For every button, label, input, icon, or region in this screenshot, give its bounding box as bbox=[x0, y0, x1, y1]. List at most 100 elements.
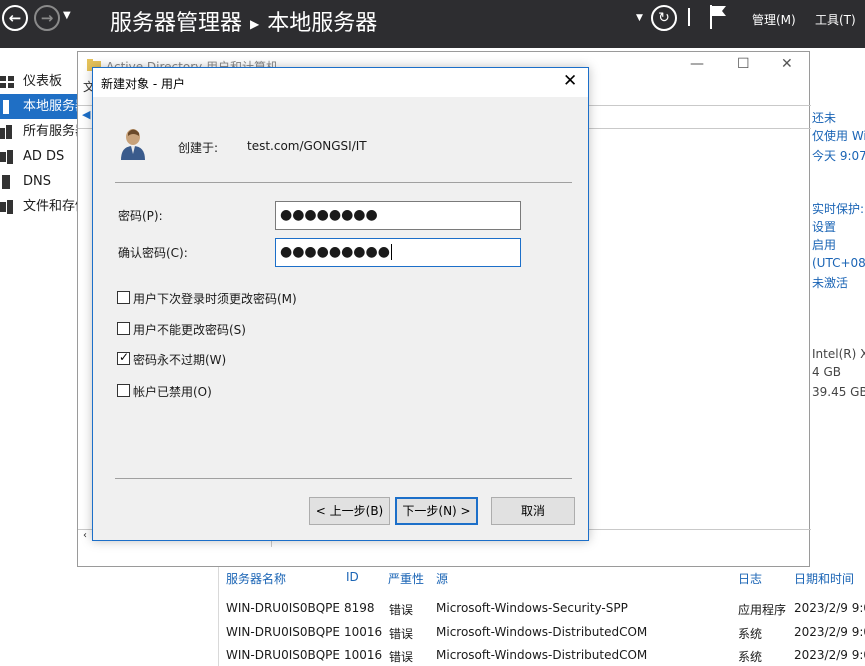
sidebar-item-local-server[interactable]: 本地服务器 bbox=[0, 94, 78, 119]
checkbox[interactable] bbox=[117, 291, 130, 304]
property-value[interactable]: 仅使用 Wi bbox=[812, 127, 865, 144]
server-icon bbox=[3, 100, 9, 114]
property-value[interactable]: 设置 bbox=[812, 218, 836, 235]
divider bbox=[115, 478, 572, 479]
divider bbox=[115, 182, 572, 183]
column-header[interactable]: 服务器名称 bbox=[226, 570, 286, 587]
header-divider bbox=[688, 8, 690, 26]
refresh-icon[interactable]: ↻ bbox=[651, 5, 677, 31]
cell-datetime: 2023/2/9 9:0 bbox=[794, 601, 865, 615]
cell-id: 10016 bbox=[344, 625, 383, 639]
cell-log: 应用程序 bbox=[738, 603, 787, 617]
column-header[interactable]: 日期和时间 bbox=[794, 570, 854, 587]
checkbox-checked[interactable] bbox=[117, 350, 130, 365]
dns-icon bbox=[2, 175, 10, 189]
checkbox-label: 帐户已禁用(O) bbox=[133, 385, 212, 399]
cell-log: 系统 bbox=[738, 650, 763, 664]
page-title: 本地服务器 bbox=[267, 11, 378, 36]
property-value[interactable]: 还未 bbox=[812, 109, 836, 126]
breadcrumb: 服务器管理器 ▶ 本地服务器 bbox=[110, 5, 377, 37]
forward-arrow-icon[interactable]: → bbox=[34, 5, 60, 31]
close-icon[interactable]: ✕ bbox=[781, 56, 793, 72]
sidebar-item-dashboard[interactable]: 仪表板 bbox=[0, 69, 78, 94]
ad-ds-icon bbox=[0, 150, 13, 164]
password-value: ●●●●●●●● bbox=[280, 207, 378, 223]
close-icon[interactable]: ✕ bbox=[563, 71, 577, 91]
maximize-icon[interactable]: ☐ bbox=[737, 56, 750, 72]
checkbox[interactable] bbox=[117, 322, 130, 335]
breadcrumb-separator-icon: ▶ bbox=[250, 17, 260, 31]
tools-menu[interactable]: 工具(T) bbox=[815, 11, 856, 28]
cell-log: 系统 bbox=[738, 627, 763, 641]
cell-id: 10016 bbox=[344, 648, 383, 662]
cancel-button[interactable]: 取消 bbox=[491, 497, 575, 525]
cell-source: Microsoft-Windows-DistributedCOM bbox=[436, 648, 648, 662]
column-header[interactable]: 严重性 bbox=[388, 570, 424, 587]
property-value[interactable]: 今天 9:07 bbox=[812, 147, 865, 164]
property-value[interactable]: 未激活 bbox=[812, 274, 848, 291]
sidebar-item-dns[interactable]: DNS bbox=[0, 169, 78, 194]
sidebar-item-ad-ds[interactable]: AD DS bbox=[0, 144, 78, 169]
sidebar-item-label: 所有服务器 bbox=[23, 124, 78, 139]
sidebar-item-all-servers[interactable]: 所有服务器 bbox=[0, 119, 78, 144]
checkbox[interactable] bbox=[117, 384, 130, 397]
storage-icon bbox=[0, 200, 13, 214]
sidebar-item-label: DNS bbox=[23, 174, 51, 189]
sidebar: 仪表板 本地服务器 所有服务器 AD DS DNS 文件和存储服务 bbox=[0, 48, 78, 666]
server-properties: 还未 仅使用 Wi 今天 9:07 实时保护: 设置 启用 (UTC+08: 未… bbox=[810, 105, 865, 405]
column-header[interactable]: 日志 bbox=[738, 570, 762, 587]
text-caret bbox=[390, 244, 392, 260]
checkbox-label: 密码永不过期(W) bbox=[133, 353, 227, 367]
password-label: 密码(P): bbox=[118, 209, 163, 223]
cell-severity: 错误 bbox=[389, 603, 414, 617]
nav-history-chevron-icon[interactable]: ▼ bbox=[63, 10, 71, 21]
property-value: 39.45 GB bbox=[812, 385, 865, 399]
sidebar-item-label: AD DS bbox=[23, 149, 65, 164]
header-dropdown-chevron-icon[interactable]: ▼ bbox=[636, 13, 643, 23]
property-value[interactable]: (UTC+08: bbox=[812, 256, 865, 270]
next-button[interactable]: 下一步(N) > bbox=[395, 497, 478, 525]
events-table: 服务器名称 ID 严重性 源 日志 日期和时间 WIN-DRU0IS0BQPE … bbox=[218, 560, 865, 666]
sidebar-item-label: 本地服务器 bbox=[23, 99, 78, 114]
manage-menu[interactable]: 管理(M) bbox=[752, 11, 796, 28]
column-header[interactable]: 源 bbox=[436, 570, 448, 587]
cell-server: WIN-DRU0IS0BQPE bbox=[226, 648, 340, 662]
property-value: Intel(R) X bbox=[812, 347, 865, 361]
confirm-password-label: 确认密码(C): bbox=[118, 246, 188, 260]
column-header[interactable]: ID bbox=[346, 570, 359, 584]
cell-severity: 错误 bbox=[389, 650, 414, 664]
cell-severity: 错误 bbox=[389, 627, 414, 641]
cell-source: Microsoft-Windows-Security-SPP bbox=[436, 601, 628, 615]
sidebar-item-label: 仪表板 bbox=[23, 74, 63, 89]
checkbox-label: 用户不能更改密码(S) bbox=[133, 323, 246, 337]
dialog-body: 创建于: test.com/GONGSI/IT 密码(P): ●●●●●●●● … bbox=[93, 97, 588, 540]
confirm-password-field[interactable]: ●●●●●●●●● bbox=[275, 238, 521, 267]
back-arrow-icon[interactable]: ← bbox=[2, 5, 28, 31]
checkbox-label: 用户下次登录时须更改密码(M) bbox=[133, 292, 297, 306]
cell-datetime: 2023/2/9 9:0 bbox=[794, 648, 865, 662]
created-in-label: 创建于: bbox=[178, 141, 219, 155]
property-value: 4 GB bbox=[812, 365, 841, 379]
created-in-value: test.com/GONGSI/IT bbox=[247, 139, 367, 153]
property-value[interactable]: 启用 bbox=[812, 236, 836, 253]
sidebar-item-file-storage[interactable]: 文件和存储服务 bbox=[0, 194, 78, 219]
cell-datetime: 2023/2/9 9:0 bbox=[794, 625, 865, 639]
back-button[interactable]: < 上一步(B) bbox=[309, 497, 390, 525]
cell-server: WIN-DRU0IS0BQPE bbox=[226, 625, 340, 639]
sidebar-item-label: 文件和存储服务 bbox=[23, 199, 78, 214]
dashboard-icon bbox=[0, 76, 14, 88]
server-manager-header: ← → ▼ 服务器管理器 ▶ 本地服务器 ▼ ↻ 管理(M) 工具(T) bbox=[0, 0, 865, 48]
user-icon bbox=[121, 129, 145, 160]
app-title: 服务器管理器 bbox=[110, 11, 243, 36]
dialog-titlebar[interactable]: 新建对象 - 用户 ✕ bbox=[93, 68, 588, 97]
scroll-left-icon[interactable]: ‹ bbox=[83, 530, 87, 541]
cell-server: WIN-DRU0IS0BQPE bbox=[226, 601, 340, 615]
ad-back-icon[interactable]: ◀ bbox=[82, 108, 90, 121]
servers-icon bbox=[0, 125, 12, 139]
cell-source: Microsoft-Windows-DistributedCOM bbox=[436, 625, 648, 639]
cell-id: 8198 bbox=[344, 601, 375, 615]
notification-flag-icon[interactable] bbox=[708, 4, 728, 30]
password-field[interactable]: ●●●●●●●● bbox=[275, 201, 521, 230]
property-value[interactable]: 实时保护: bbox=[812, 200, 864, 217]
minimize-icon[interactable]: — bbox=[690, 56, 704, 72]
